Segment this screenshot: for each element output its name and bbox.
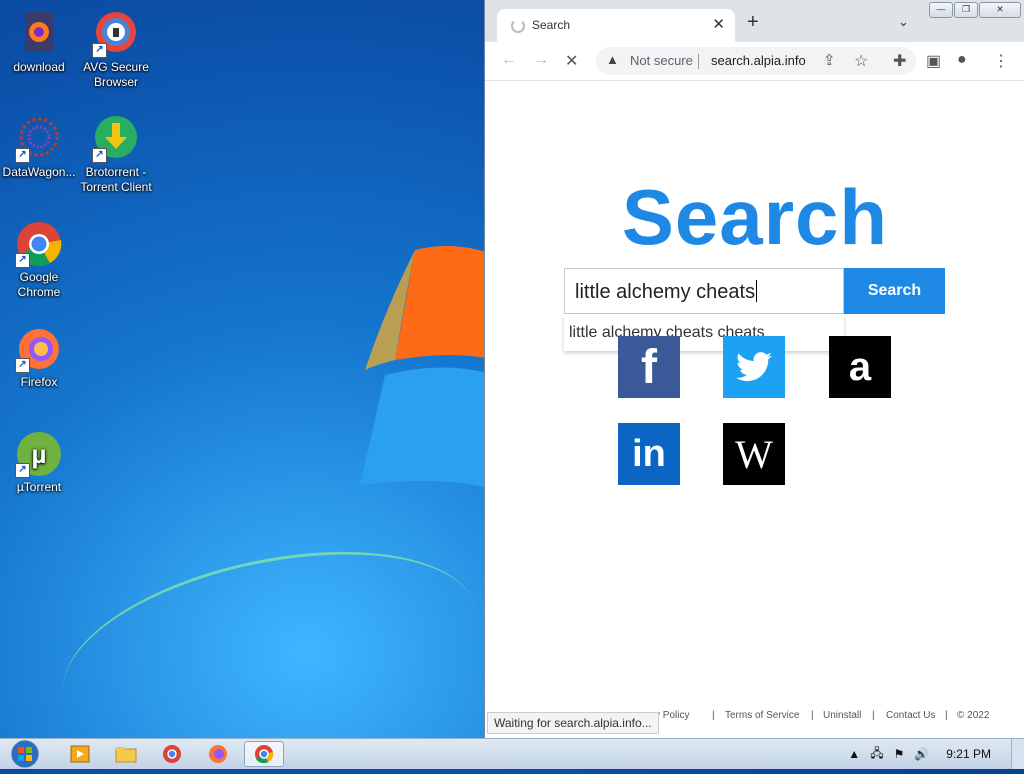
tab-search[interactable]: Search ✕ [497,9,735,42]
terms-link[interactable]: Terms of Service [725,710,799,721]
contact-link[interactable]: Contact Us [886,710,935,721]
security-label[interactable]: Not secure [630,53,693,68]
network-icon[interactable]: 🖧 [870,744,883,765]
close-tab-icon[interactable]: ✕ [712,15,725,33]
facebook-icon[interactable]: f [618,336,680,398]
amazon-icon[interactable]: a [829,336,891,398]
browser-window: Search ✕ + ⌄ — ❐ ✕ ← → ✕ ▲ Not secure se… [484,0,1024,738]
minimize-icon[interactable]: — [929,2,953,18]
action-center-icon[interactable]: ⚑ [894,747,905,761]
desktop-icon-label: AVG Secure Browser [83,60,149,89]
close-window-icon[interactable]: ✕ [979,2,1021,18]
text-caret [756,280,758,302]
desktop-icon-download[interactable]: download [0,10,78,75]
tab-strip: Search ✕ + ⌄ — ❐ ✕ [485,0,1024,42]
utorrent-icon: µ ↗ [15,430,63,478]
shortcut-arrow-icon: ↗ [92,148,107,163]
browser-toolbar: ← → ✕ ▲ Not secure search.alpia.info ⇪ ☆… [485,42,1024,81]
desktop-icon-datawagon[interactable]: ↗ DataWagon... [0,115,78,180]
wikipedia-icon[interactable]: W [723,423,785,485]
shortcut-arrow-icon: ↗ [15,148,30,163]
status-bubble: Waiting for search.alpia.info... [487,712,659,734]
extensions-puzzle-icon[interactable]: ✚ [893,51,906,71]
share-icon[interactable]: ⇪ [823,51,836,69]
chrome-icon: ↗ [15,220,63,268]
volume-icon[interactable]: 🔊 [914,747,929,761]
url-text[interactable]: search.alpia.info [711,53,806,68]
forward-icon[interactable]: → [533,51,549,69]
divider [698,54,699,69]
tab-search-chevron-icon[interactable]: ⌄ [898,14,909,30]
profile-avatar-icon[interactable]: ● [957,51,967,69]
search-input[interactable]: little alchemy cheats [564,268,844,314]
taskbar-chrome-icon[interactable] [244,741,284,767]
bookmark-star-icon[interactable]: ☆ [854,51,868,71]
system-tray: ▲ 🖧 ⚑ 🔊 9:21 PM [843,739,1024,769]
restore-icon[interactable]: ❐ [954,2,978,18]
desktop-icon-label: DataWagon... [2,165,76,179]
loading-spinner-icon [511,19,525,33]
show-desktop-button[interactable] [1011,739,1024,769]
shortcut-arrow-icon: ↗ [92,43,107,58]
desktop-icon-brotorrent[interactable]: ↗ Brotorrent - Torrent Client [77,115,155,195]
desktop-icon-label: download [13,60,65,74]
desktop-icon-avg-secure-browser[interactable]: ↗ AVG Secure Browser [77,10,155,90]
brotorrent-icon: ↗ [92,115,140,163]
avg-browser-icon: ↗ [92,10,140,58]
warning-icon[interactable]: ▲ [606,52,619,67]
shortcut-arrow-icon: ↗ [15,358,30,373]
shortcut-arrow-icon: ↗ [15,463,30,478]
wallpaper-glow [45,518,495,738]
desktop-icon-label: Firefox [20,375,58,389]
start-button[interactable] [8,739,42,769]
menu-kebab-icon[interactable]: ⋮ [993,51,1009,71]
clock[interactable]: 9:21 PM [946,747,991,761]
windows-logo-wallpaper [360,246,495,490]
autocomplete-suggestion[interactable]: little alchemy cheats cheats [564,314,844,351]
desktop-icon-label: µTorrent [16,480,62,494]
desktop-icon-label: Brotorrent - Torrent Client [80,165,152,194]
stop-loading-icon[interactable]: ✕ [565,51,578,71]
taskbar-media-player-icon[interactable] [60,741,100,767]
new-tab-icon[interactable]: + [747,11,759,34]
datawagon-icon: ↗ [15,115,63,163]
uninstall-link[interactable]: Uninstall [823,710,861,721]
search-button[interactable]: Search [844,268,945,314]
side-panel-icon[interactable]: ▣ [926,51,941,71]
firefox-file-icon [15,10,63,58]
page-heading: Search [621,173,889,261]
firefox-icon: ↗ [15,325,63,373]
shortcut-arrow-icon: ↗ [15,253,30,268]
taskbar-chrome-alt-icon[interactable] [152,741,192,767]
desktop-icon-utorrent[interactable]: µ ↗ µTorrent [0,430,78,495]
twitter-icon[interactable] [723,336,785,398]
linkedin-icon[interactable]: in [618,423,680,485]
copyright-text: © 2022 [957,710,990,721]
desktop-icon-label: Google Chrome [17,270,61,299]
search-input-value[interactable]: little alchemy cheats [575,280,758,304]
taskbar-explorer-icon[interactable] [106,741,146,767]
desktop-icon-firefox[interactable]: ↗ Firefox [0,325,78,390]
tray-expand-icon[interactable]: ▲ [848,747,860,761]
desktop-icon-google-chrome[interactable]: ↗ Google Chrome [0,220,78,300]
taskbar-firefox-icon[interactable] [198,741,238,767]
svg-text:µ: µ [32,439,47,469]
tab-title: Search [532,18,571,32]
taskbar: ▲ 🖧 ⚑ 🔊 9:21 PM [0,738,1024,769]
back-icon[interactable]: ← [501,51,517,69]
